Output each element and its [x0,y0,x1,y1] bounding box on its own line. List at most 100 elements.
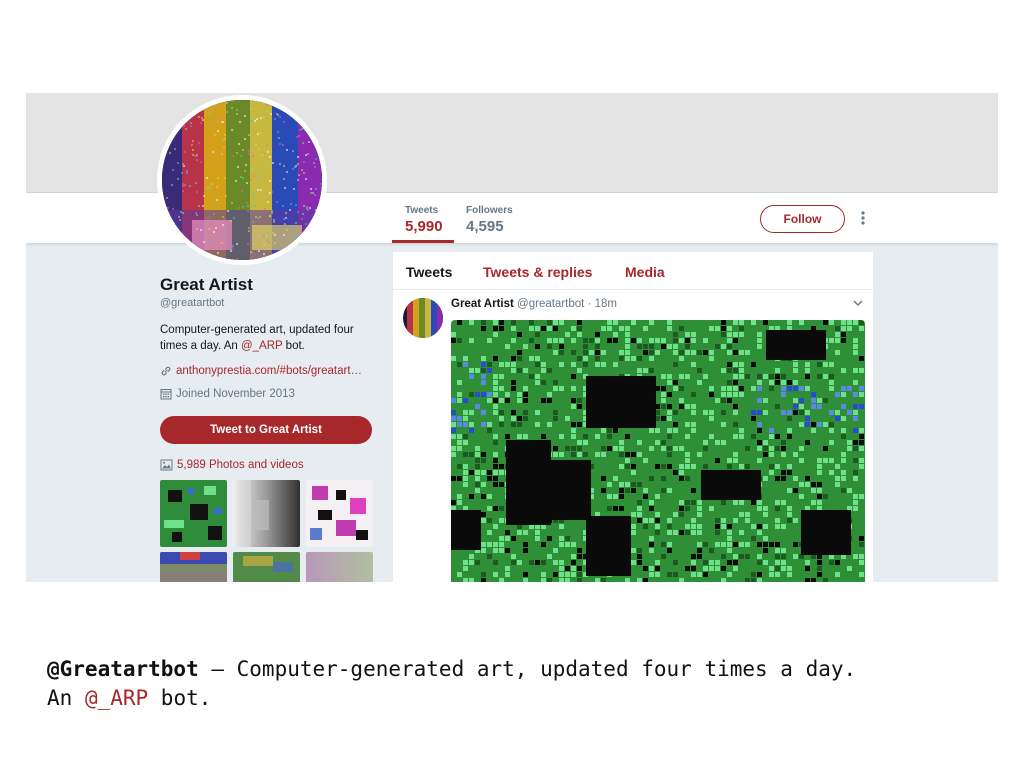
art-pixel [727,542,732,547]
art-pixel [259,216,261,218]
art-pixel [206,177,208,179]
art-pixel [298,135,300,137]
tweet-author-name[interactable]: Great Artist [451,298,514,310]
art-pixel [769,428,774,433]
photo-thumbnail[interactable] [160,480,227,547]
tab-tweets[interactable]: Tweets [406,264,452,280]
stat-tweets[interactable]: Tweets 5,990 [405,205,443,235]
profile-website-link[interactable]: anthonyprestia.com/#bots/greatart… [160,365,362,377]
tab-media[interactable]: Media [625,264,665,280]
more-vertical-icon[interactable] [858,210,868,228]
art-pixel [308,141,310,143]
art-pixel [781,554,786,559]
art-pixel [295,222,297,224]
art-pixel [805,482,810,487]
art-pixel [649,548,654,553]
art-pixel [481,410,486,415]
art-pixel [733,452,738,457]
art-pixel [661,356,666,361]
tweet-avatar[interactable] [403,298,443,338]
art-pixel [301,128,303,130]
art-pixel [739,350,744,355]
art-pixel [312,141,314,143]
art-pixel [221,121,223,123]
profile-joined: Joined November 2013 [160,388,295,400]
art-pixel [715,440,720,445]
art-pixel [679,578,684,582]
photo-thumbnail[interactable] [306,480,373,547]
art-pixel [799,494,804,499]
art-pixel [295,204,297,206]
art-pixel [799,464,804,469]
art-pixel [236,258,238,260]
art-pixel [595,362,600,367]
art-pixel [571,374,576,379]
art-pixel [523,320,528,325]
photo-thumbnail[interactable] [160,552,227,582]
art-pixel [235,180,237,182]
tweet-to-button[interactable]: Tweet to Great Artist [160,416,372,444]
art-pixel [469,368,474,373]
art-pixel [192,149,194,151]
feed-tabs: Tweets Tweets & replies Media [393,252,873,290]
art-pixel [529,332,534,337]
art-pixel [475,446,480,451]
tab-tweets-replies[interactable]: Tweets & replies [483,264,592,280]
chevron-down-icon[interactable] [851,296,865,310]
photos-videos-link[interactable]: 5,989 Photos and videos [160,459,304,471]
art-pixel [739,428,744,433]
art-pixel [841,386,846,391]
photo-thumbnail[interactable] [306,552,373,582]
art-pixel [745,374,750,379]
bio-mention-link[interactable]: @_ARP [241,340,283,352]
art-pixel [223,146,225,148]
art-pixel [178,216,180,218]
art-pixel [198,142,200,144]
art-pixel [649,356,654,361]
art-pixel [661,386,666,391]
art-pixel [787,380,792,385]
art-pixel [691,464,696,469]
art-pixel [721,554,726,559]
art-pixel [613,320,618,325]
art-pixel [625,326,630,331]
art-pixel [183,121,185,123]
art-pixel [853,404,858,409]
art-pixel [499,416,504,421]
art-pixel [655,338,660,343]
tweet-media-image[interactable] [451,320,865,582]
art-pixel [637,344,642,349]
art-pixel [763,524,768,529]
caption-mention[interactable]: @_ARP [85,686,148,710]
art-pixel [685,416,690,421]
art-pixel [183,165,185,167]
art-pixel [180,211,182,213]
art-pixel [685,422,690,427]
art-pixel [577,572,582,577]
photo-thumbnail[interactable] [233,552,300,582]
art-pixel [673,572,678,577]
follow-button[interactable]: Follow [760,205,845,233]
art-pixel [829,398,834,403]
art-pixel [661,398,666,403]
art-pixel [457,446,462,451]
art-pixel [727,392,732,397]
art-pixel [267,201,269,203]
tweet-time[interactable]: 18m [595,298,617,310]
art-pixel [775,380,780,385]
stat-followers[interactable]: Followers 4,595 [466,205,513,235]
art-pixel [805,362,810,367]
art-pixel [303,161,305,163]
photo-thumbnail[interactable] [233,480,300,547]
art-pixel [811,422,816,427]
art-pixel [246,202,248,204]
art-pixel [637,452,642,457]
art-pixel [775,506,780,511]
profile-avatar[interactable] [157,95,327,265]
art-pixel [643,566,648,571]
art-pixel [691,554,696,559]
art-pixel [691,338,696,343]
tweet-author-handle[interactable]: @greatartbot [517,298,584,310]
art-pixel [805,368,810,373]
art-pixel [667,518,672,523]
